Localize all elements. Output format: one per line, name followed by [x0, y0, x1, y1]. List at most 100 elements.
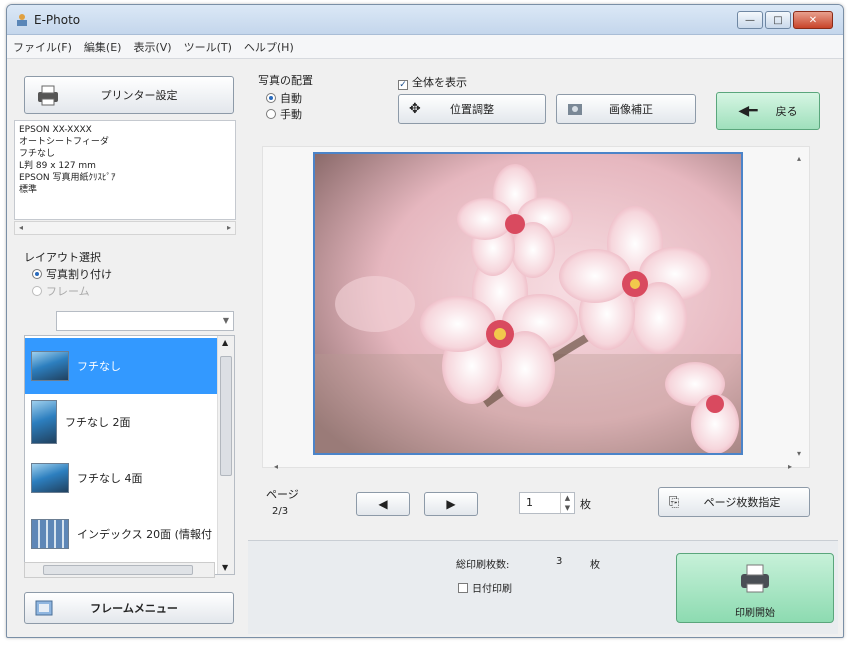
preview-photo[interactable]	[313, 152, 743, 455]
placement-heading: 写真の配置	[258, 74, 313, 87]
show-all-checkbox[interactable]: ✓ 全体を表示	[398, 74, 467, 90]
list-item-label: フチなし	[77, 360, 121, 373]
prev-page-button[interactable]: ◀	[356, 492, 410, 516]
placement-option-label: 自動	[280, 92, 302, 105]
page-copies-button[interactable]: ⎘ ページ枚数指定	[658, 487, 810, 517]
back-label: 戻る	[775, 105, 798, 118]
printer-settings-label: プリンター設定	[100, 89, 178, 102]
show-all-label: 全体を表示	[412, 76, 467, 89]
scroll-left-icon[interactable]: ◂	[274, 462, 278, 471]
scrollbar-thumb[interactable]	[43, 565, 193, 575]
layout-heading: レイアウト選択	[24, 251, 101, 264]
cherry-blossom-photo	[315, 154, 741, 453]
printer-info-line: L判 89 x 127 mm	[19, 161, 96, 171]
printer-info-line: オートシートフィーダ	[19, 137, 109, 147]
layout-option-label: 写真割り付け	[46, 268, 112, 281]
frame-combo[interactable]: ▼	[56, 311, 234, 331]
app-icon	[17, 14, 27, 26]
layout-list[interactable]: フチなし フチなし 2面 フチなし 4面 インデックス 20面 (情報付 ▲ ▼	[24, 335, 235, 575]
printer-settings-button[interactable]: プリンター設定	[24, 76, 234, 114]
print-start-label: 印刷開始	[735, 608, 775, 619]
pages-icon: ⎘	[669, 494, 680, 510]
page-indicator: 2/3	[272, 506, 289, 517]
total-prints-value: 3	[556, 556, 563, 567]
layout-thumbnail	[31, 351, 69, 381]
scroll-up-icon[interactable]: ▲	[222, 338, 228, 347]
printer-info-line: 標準	[19, 185, 38, 195]
preview-hscrollbar[interactable]: ◂ ▸	[270, 462, 796, 474]
scroll-left-icon[interactable]: ◂	[19, 223, 23, 232]
checkbox-unchecked-icon[interactable]	[458, 583, 468, 593]
printer-info-line: EPSON XX-XXXX	[19, 125, 92, 135]
date-print-label: 日付印刷	[472, 584, 512, 595]
preview-vscrollbar[interactable]: ▴ ▾	[794, 150, 808, 462]
frame-menu-button[interactable]: フレームメニュー	[24, 592, 234, 624]
scroll-down-icon[interactable]: ▼	[222, 563, 228, 572]
list-item[interactable]: フチなし 2面	[25, 394, 217, 450]
position-adjust-label: 位置調整	[450, 103, 494, 116]
list-item[interactable]: フチなし 4面	[25, 450, 217, 506]
next-page-icon: ▶	[446, 497, 456, 511]
frame-icon	[35, 600, 53, 616]
scroll-down-icon[interactable]: ▾	[797, 449, 801, 458]
list-item[interactable]: フチなし	[25, 338, 217, 394]
total-prints-label: 総印刷枚数:	[456, 560, 510, 571]
list-item[interactable]: インデックス 20面 (情報付	[25, 506, 217, 562]
back-button[interactable]: ◀━ 戻る	[716, 92, 820, 130]
radio-icon[interactable]	[266, 109, 276, 119]
menu-help[interactable]: ヘルプ(H)	[244, 39, 294, 55]
minimize-button[interactable]: —	[737, 11, 763, 29]
image-correction-button[interactable]: 画像補正	[556, 94, 696, 124]
layout-list-hscrollbar[interactable]	[24, 562, 215, 578]
printer-icon	[38, 85, 58, 106]
close-button[interactable]: ✕	[793, 11, 833, 29]
menu-tools[interactable]: ツール(T)	[184, 39, 232, 55]
checkbox-checked-icon[interactable]: ✓	[398, 80, 408, 90]
date-print-checkbox[interactable]: 日付印刷	[458, 580, 512, 595]
next-page-button[interactable]: ▶	[424, 492, 478, 516]
printer-info-box: EPSON XX-XXXX オートシートフィーダ フチなし L判 89 x 12…	[14, 120, 236, 220]
title-bar[interactable]: E-Photo — □ ✕	[7, 5, 843, 35]
prev-page-icon: ◀	[378, 497, 388, 511]
placement-option-label: 手動	[280, 108, 302, 121]
printer-large-icon	[741, 564, 769, 593]
frame-menu-label: フレームメニュー	[90, 602, 178, 615]
menu-bar: ファイル(F) 編集(E) 表示(V) ツール(T) ヘルプ(H)	[7, 35, 843, 59]
total-prints-unit: 枚	[590, 560, 600, 571]
list-item-label: フチなし 2面	[65, 416, 131, 429]
layout-option-label: フレーム	[46, 285, 90, 298]
layout-option-frame[interactable]: フレーム	[32, 283, 90, 299]
move-arrows-icon: ✥	[409, 101, 421, 117]
page-copies-label: ページ枚数指定	[703, 496, 781, 509]
window-title: E-Photo	[34, 13, 81, 27]
radio-icon[interactable]	[32, 286, 42, 296]
maximize-button[interactable]: □	[765, 11, 791, 29]
placement-auto[interactable]: 自動	[266, 90, 302, 106]
position-adjust-button[interactable]: ✥ 位置調整	[398, 94, 546, 124]
layout-option-photo[interactable]: 写真割り付け	[32, 266, 112, 282]
copies-value[interactable]: 1	[526, 496, 533, 509]
placement-manual[interactable]: 手動	[266, 106, 302, 122]
menu-edit[interactable]: 編集(E)	[84, 39, 122, 55]
layout-thumbnail	[31, 463, 69, 493]
image-correction-icon	[568, 104, 582, 115]
printer-info-line: フチなし	[19, 149, 56, 159]
radio-icon[interactable]	[266, 93, 276, 103]
chevron-down-icon[interactable]: ▼	[223, 316, 229, 325]
radio-icon[interactable]	[32, 269, 42, 279]
scrollbar-thumb[interactable]	[220, 356, 232, 476]
print-start-button[interactable]: 印刷開始	[676, 553, 834, 623]
layout-list-scrollbar[interactable]: ▲ ▼	[217, 336, 234, 574]
copies-stepper[interactable]: 1 ▲ ▼	[519, 492, 575, 514]
scroll-right-icon[interactable]: ▸	[227, 223, 231, 232]
layout-thumbnail	[31, 400, 57, 444]
menu-view[interactable]: 表示(V)	[133, 39, 171, 55]
printer-info-scrollbar[interactable]: ◂ ▸	[14, 221, 236, 235]
scroll-up-icon[interactable]: ▴	[797, 154, 801, 163]
layout-thumbnail	[31, 519, 69, 549]
image-correction-label: 画像補正	[609, 103, 653, 116]
menu-file[interactable]: ファイル(F)	[13, 39, 72, 55]
printer-info-line: EPSON 写真用紙ｸﾘｽﾋﾟｱ	[19, 173, 116, 183]
scroll-right-icon[interactable]: ▸	[788, 462, 792, 471]
stepper-arrows-icon[interactable]: ▲ ▼	[560, 493, 574, 513]
